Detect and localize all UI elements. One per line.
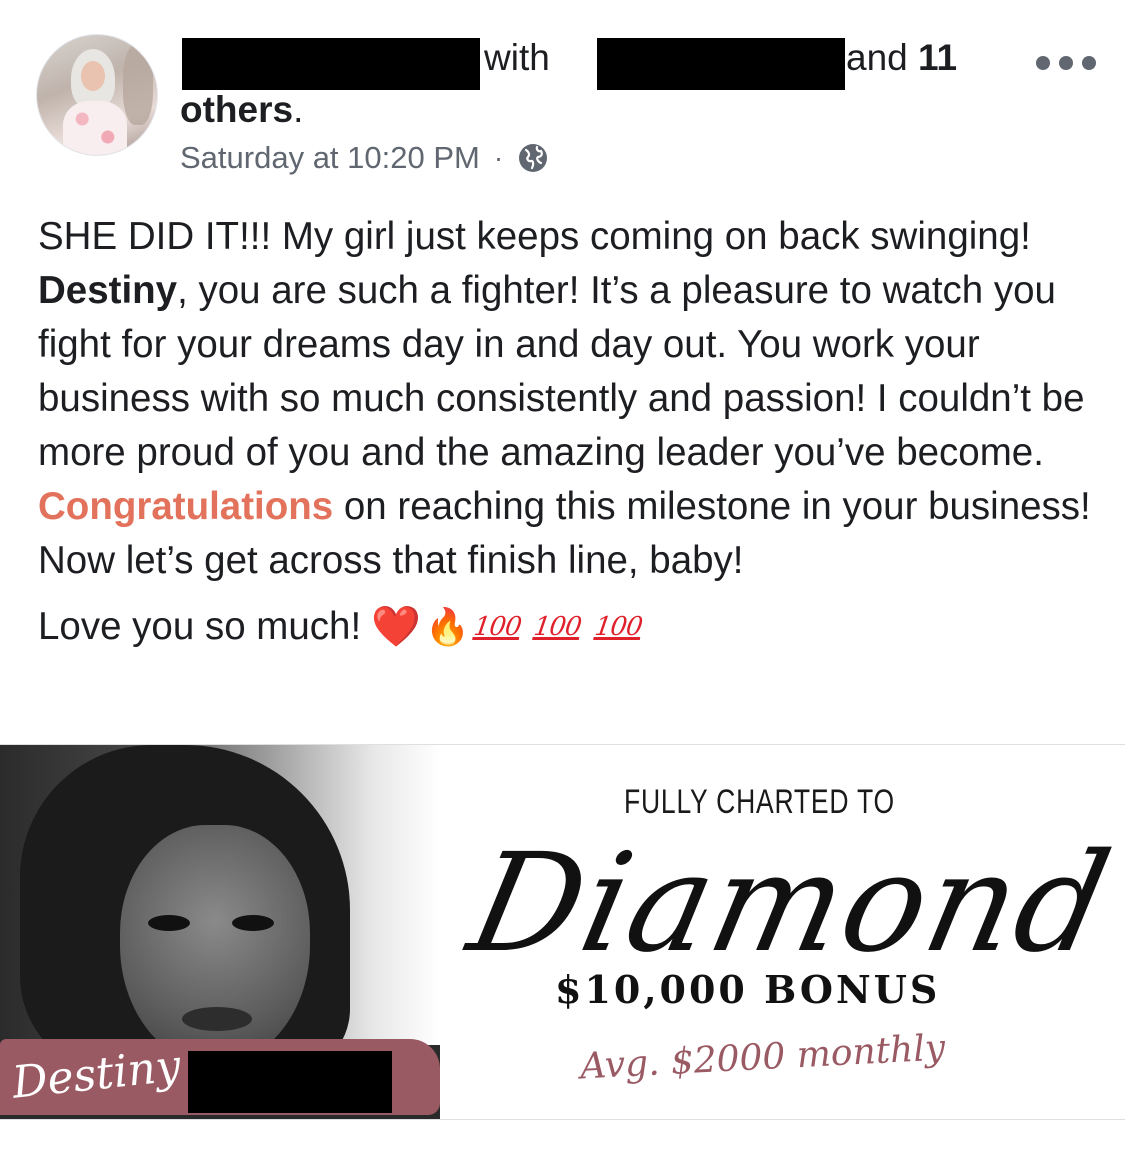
heart-emoji: ❤️	[371, 605, 421, 649]
love-line: Love you so much! ❤️ 🔥 100 100 100	[38, 600, 1108, 654]
avg-monthly-text: Avg. $2000 monthly	[579, 1027, 947, 1088]
others-count: 11	[918, 37, 958, 78]
post-header: with and 11 others. Saturday at 10:20 PM…	[0, 0, 1125, 200]
hundred-emoji: 100	[532, 612, 584, 642]
charted-heading: FULLY CHARTED TO	[624, 783, 895, 821]
redacted-surname	[188, 1051, 392, 1113]
hundred-emoji: 100	[471, 612, 523, 642]
post-text-part2: , you are such a fighter! It’s a pleasur…	[38, 269, 1085, 474]
post-timestamp[interactable]: Saturday at 10:20 PM	[180, 140, 480, 176]
congratulations-highlight[interactable]: Congratulations	[38, 485, 333, 528]
others-label: others	[180, 89, 294, 130]
emoji-row: ❤️ 🔥 100 100 100	[371, 600, 652, 654]
fire-emoji: 🔥	[424, 606, 470, 647]
redacted-tagged-name	[597, 38, 845, 90]
love-text: Love you so much!	[38, 605, 362, 648]
globe-icon[interactable]	[517, 142, 549, 174]
separator: ·	[493, 142, 504, 173]
post-text-part1: SHE DID IT!!! My girl just keeps coming …	[38, 215, 1031, 258]
header-and-text: and	[846, 37, 908, 78]
diamond-script: Diamond	[457, 825, 1124, 983]
header-others-label[interactable]: others.	[180, 85, 303, 135]
header-with-text: with	[484, 37, 550, 78]
header-and-others[interactable]: and 11	[846, 33, 957, 83]
post-body: SHE DID IT!!! My girl just keeps coming …	[38, 210, 1108, 654]
more-options-icon	[1036, 56, 1050, 70]
more-options-dot	[1059, 56, 1073, 70]
more-options-button[interactable]	[1036, 48, 1096, 78]
mention-link[interactable]: Destiny	[38, 269, 177, 312]
redacted-author-name	[182, 38, 480, 90]
bonus-text: $10,000 BONUS	[555, 967, 941, 1012]
more-options-dot	[1082, 56, 1096, 70]
others-period: .	[293, 89, 304, 130]
post-image[interactable]: Destiny FULLY CHARTED TO Diamond $10,000…	[0, 744, 1125, 1120]
post-timestamp-row: Saturday at 10:20 PM ·	[180, 140, 549, 176]
post-paragraph: SHE DID IT!!! My girl just keeps coming …	[38, 210, 1108, 588]
profile-avatar[interactable]	[36, 34, 158, 156]
hundred-emoji: 100	[592, 612, 644, 642]
